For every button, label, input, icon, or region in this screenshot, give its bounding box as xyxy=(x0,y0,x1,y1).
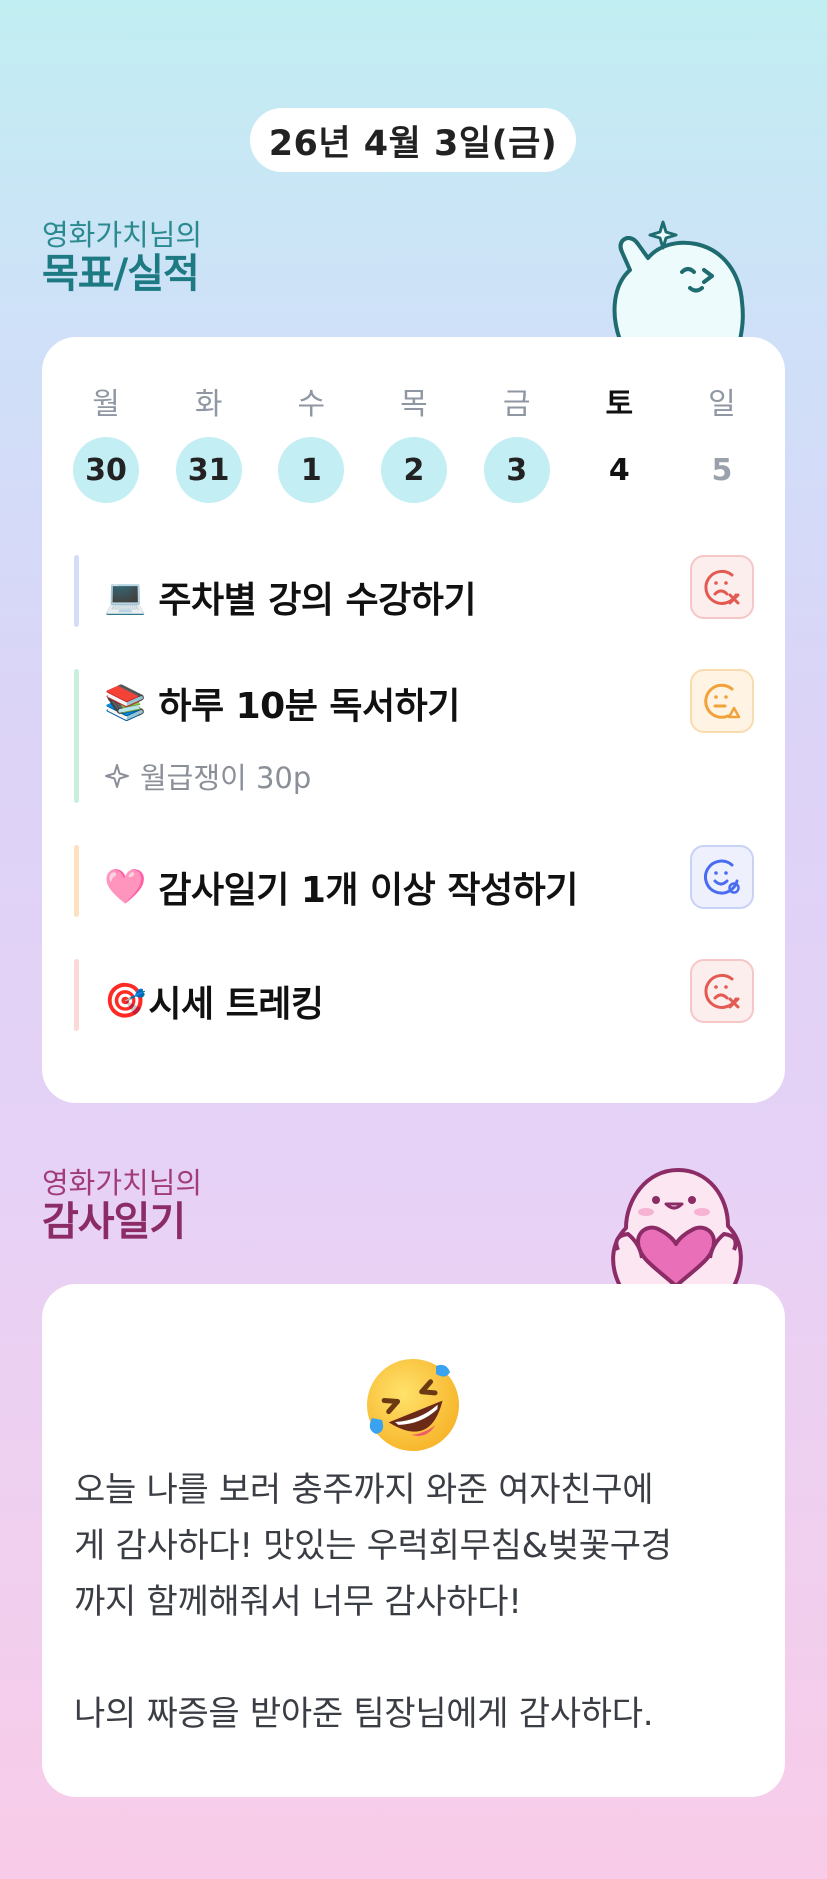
reward-text: 월급쟁이 30p xyxy=(140,761,312,795)
day-fri[interactable]: 금 3 xyxy=(483,385,551,503)
goal-color-bar xyxy=(74,845,79,917)
rolling-laughing-face-icon xyxy=(367,1359,459,1451)
smile-circle-face-icon xyxy=(703,859,740,895)
gratitude-section-header: 영화가치님의 감사일기 xyxy=(42,1166,202,1244)
sparkle-icon xyxy=(105,764,129,788)
goals-section-header: 영화가치님의 목표/실적 xyxy=(42,218,202,296)
waving-mascot-icon xyxy=(612,220,745,340)
goal-item[interactable]: 🩷 감사일기 1개 이상 작성하기 xyxy=(74,845,754,917)
goal-color-bar xyxy=(74,669,79,803)
status-warn-button[interactable] xyxy=(690,669,754,733)
day-name: 금 xyxy=(502,387,531,422)
goals-owner-label: 영화가치님의 xyxy=(42,218,203,252)
day-tue[interactable]: 화 31 xyxy=(175,385,243,503)
target-icon: 🎯 xyxy=(104,981,147,1021)
day-name: 토 xyxy=(605,387,634,422)
sad-x-face-icon xyxy=(704,973,740,1009)
day-thu[interactable]: 목 2 xyxy=(380,385,448,503)
goals-card: 월 30 화 31 수 1 목 2 금 3 토 4 일 5 � xyxy=(42,337,785,1103)
goals-section-title: 목표/실적 xyxy=(42,251,200,297)
goal-title: 주차별 강의 수강하기 xyxy=(158,580,476,621)
goal-title: 시세 트레킹 xyxy=(148,984,324,1025)
day-number: 30 xyxy=(73,437,139,503)
day-mon[interactable]: 월 30 xyxy=(72,385,140,503)
books-icon: 📚 xyxy=(104,683,147,723)
gratitude-card: 오늘 나를 보러 충주까지 와준 여자친구에 게 감사하다! 맛있는 우럭회무침… xyxy=(42,1284,785,1797)
goal-color-bar xyxy=(74,555,79,627)
laptop-icon: 💻 xyxy=(104,577,147,617)
day-name: 화 xyxy=(194,387,223,422)
pink-heart-icon: 🩷 xyxy=(104,867,147,907)
day-name: 일 xyxy=(708,387,736,422)
day-number: 4 xyxy=(608,452,630,488)
day-name: 수 xyxy=(297,387,326,422)
goal-reward: 월급쟁이 30p xyxy=(104,755,311,797)
day-number: 5 xyxy=(711,452,733,488)
day-sat[interactable]: 토 4 xyxy=(585,385,653,503)
status-ok-button[interactable] xyxy=(690,845,754,909)
heart-hug-mascot-icon xyxy=(611,1168,743,1286)
status-fail-button[interactable] xyxy=(690,555,754,619)
date-pill[interactable]: 26년 4월 3일(금) xyxy=(250,108,576,172)
goal-item[interactable]: 🎯 시세 트레킹 xyxy=(74,959,754,1031)
goal-color-bar xyxy=(74,959,79,1031)
goal-item[interactable]: 💻 주차별 강의 수강하기 xyxy=(74,555,754,627)
goal-item[interactable]: 📚 하루 10분 독서하기 월급쟁이 30p xyxy=(74,669,754,803)
day-number: 1 xyxy=(278,437,345,503)
goal-title: 하루 10분 독서하기 xyxy=(158,686,460,727)
meh-triangle-face-icon xyxy=(704,683,741,719)
gratitude-owner-label: 영화가치님의 xyxy=(42,1166,203,1200)
day-number: 3 xyxy=(483,437,550,503)
day-number: 31 xyxy=(175,437,242,503)
day-name: 목 xyxy=(400,387,428,422)
day-sun[interactable]: 일 5 xyxy=(688,385,756,503)
gratitude-text: 오늘 나를 보러 충주까지 와준 여자친구에 게 감사하다! 맛있는 우럭회무침… xyxy=(74,1470,672,1734)
status-fail-button[interactable] xyxy=(690,959,754,1023)
day-wed[interactable]: 수 1 xyxy=(277,385,345,503)
goal-title: 감사일기 1개 이상 작성하기 xyxy=(158,870,578,911)
week-calendar: 월 30 화 31 수 1 목 2 금 3 토 4 일 5 xyxy=(72,385,756,503)
gratitude-section-title: 감사일기 xyxy=(42,1199,186,1245)
sad-x-face-icon xyxy=(704,569,740,605)
day-name: 월 xyxy=(92,387,120,422)
day-number: 2 xyxy=(380,437,447,503)
